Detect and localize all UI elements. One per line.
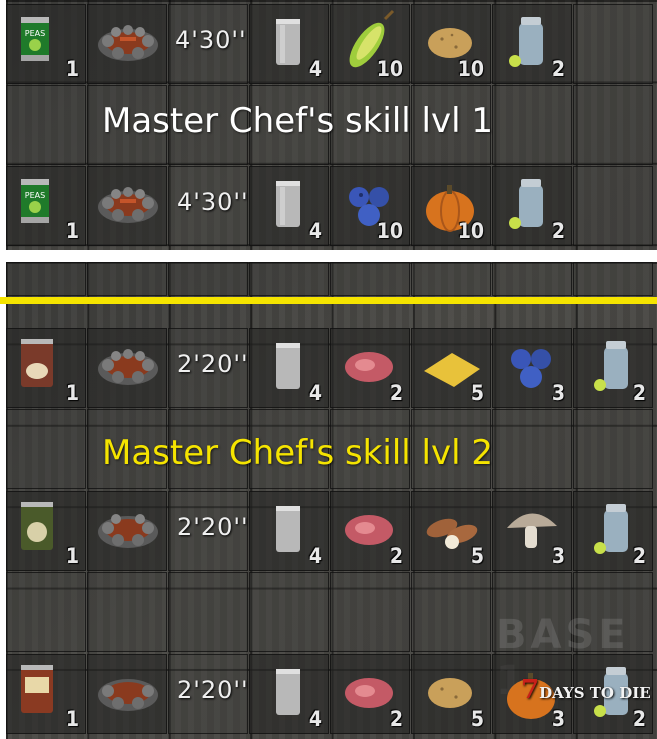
ingredient-slot[interactable]: 5 xyxy=(411,491,491,571)
ingredient-quantity: 4 xyxy=(308,707,322,731)
result-slot[interactable]: PEAS 1 xyxy=(6,166,86,246)
campfire-icon xyxy=(98,679,158,711)
craft-time: 2'20'' xyxy=(177,350,249,378)
ingredient-quantity: 4 xyxy=(308,57,322,81)
ingredient-quantity: 2 xyxy=(632,381,646,405)
time-slot: 2'20'' xyxy=(168,654,248,734)
svg-text:PEAS: PEAS xyxy=(25,191,45,200)
ingredient-quantity: 10 xyxy=(457,57,484,81)
skill-level-label: Master Chef's skill lvl 1 xyxy=(102,101,493,141)
campfire-icon xyxy=(98,514,158,548)
time-slot: 2'20'' xyxy=(168,328,248,408)
result-slot[interactable]: PEAS 1 xyxy=(6,4,86,84)
campfire-icon xyxy=(98,25,158,61)
time-slot: 4'30'' xyxy=(168,4,248,84)
craft-time: 4'30'' xyxy=(177,188,249,216)
skill-level-label: Master Chef's skill lvl 2 xyxy=(102,433,493,473)
ingredient-quantity: 5 xyxy=(470,381,484,405)
ingredient-slot[interactable]: 10 xyxy=(411,166,491,246)
bottom-panel: 1 2'20'' 4 2 5 3 2 Master Chef's skill l… xyxy=(6,262,657,739)
ingredient-quantity: 5 xyxy=(470,707,484,731)
section-divider xyxy=(0,297,657,304)
ingredient-slot[interactable]: 3 xyxy=(492,328,572,408)
ingredient-quantity: 10 xyxy=(376,219,403,243)
campfire-icon xyxy=(98,187,158,223)
time-slot: 4'30'' xyxy=(168,166,248,246)
svg-text:PEAS: PEAS xyxy=(25,29,45,38)
result-quantity: 1 xyxy=(65,707,79,731)
ingredient-quantity: 2 xyxy=(551,57,565,81)
ingredient-quantity: 10 xyxy=(376,57,403,81)
station-slot[interactable] xyxy=(87,491,167,571)
ingredient-slot[interactable]: 10 xyxy=(330,4,410,84)
recipe-row: 1 2'20'' 4 2 5 3 2 xyxy=(6,328,657,408)
result-slot[interactable]: 1 xyxy=(6,491,86,571)
ingredient-quantity: 2 xyxy=(551,219,565,243)
recipe-row: PEAS 1 4'30'' 4 10 10 2 xyxy=(6,166,657,246)
ingredient-quantity: 3 xyxy=(551,544,565,568)
ingredient-slot[interactable]: 10 xyxy=(411,4,491,84)
time-slot: 2'20'' xyxy=(168,491,248,571)
ingredient-slot[interactable]: 4 xyxy=(249,654,329,734)
ingredient-slot[interactable]: 2 xyxy=(492,4,572,84)
result-quantity: 1 xyxy=(65,544,79,568)
ingredient-slot[interactable]: 2 xyxy=(330,654,410,734)
ingredient-slot[interactable]: 2 xyxy=(492,166,572,246)
game-logo: 7DAYS TO DIE xyxy=(521,675,651,705)
result-quantity: 1 xyxy=(65,381,79,405)
ingredient-slot[interactable]: 10 xyxy=(330,166,410,246)
ingredient-quantity: 4 xyxy=(308,219,322,243)
ingredient-slot[interactable]: 3 xyxy=(492,491,572,571)
result-quantity: 1 xyxy=(65,219,79,243)
ingredient-quantity: 4 xyxy=(308,381,322,405)
ingredient-slot[interactable]: 5 xyxy=(411,328,491,408)
recipe-row: PEAS 1 4'30'' 4 10 10 2 xyxy=(6,4,657,84)
ingredient-quantity: 2 xyxy=(632,707,646,731)
ingredient-slot[interactable]: 5 xyxy=(411,654,491,734)
ingredient-quantity: 10 xyxy=(457,219,484,243)
craft-time: 2'20'' xyxy=(177,676,249,704)
station-slot[interactable] xyxy=(87,166,167,246)
ingredient-quantity: 3 xyxy=(551,381,565,405)
ingredient-quantity: 2 xyxy=(389,707,403,731)
ingredient-slot[interactable]: 2 xyxy=(573,491,653,571)
ingredient-quantity: 5 xyxy=(470,544,484,568)
ingredient-quantity: 4 xyxy=(308,544,322,568)
ingredient-slot[interactable]: 2 xyxy=(330,491,410,571)
ingredient-quantity: 2 xyxy=(389,381,403,405)
ingredient-quantity: 2 xyxy=(389,544,403,568)
ingredient-slot[interactable]: 2 xyxy=(330,328,410,408)
station-slot[interactable] xyxy=(87,654,167,734)
top-panel: PEAS 1 4'30'' 4 10 10 2 Master Chef's sk… xyxy=(6,0,657,250)
campfire-icon xyxy=(98,349,158,385)
craft-time: 2'20'' xyxy=(177,513,249,541)
ingredient-slot[interactable]: 4 xyxy=(249,166,329,246)
ingredient-quantity: 2 xyxy=(632,544,646,568)
craft-time: 4'30'' xyxy=(175,26,247,54)
station-slot[interactable] xyxy=(87,328,167,408)
ingredient-slot[interactable]: 2 xyxy=(573,328,653,408)
ingredient-slot[interactable]: 4 xyxy=(249,4,329,84)
ingredient-slot[interactable]: 4 xyxy=(249,328,329,408)
ingredient-slot[interactable]: 4 xyxy=(249,491,329,571)
station-slot[interactable] xyxy=(87,4,167,84)
ingredient-quantity: 3 xyxy=(551,707,565,731)
result-slot[interactable]: 1 xyxy=(6,654,86,734)
result-quantity: 1 xyxy=(65,57,79,81)
recipe-row: 1 2'20'' 4 2 5 3 2 xyxy=(6,491,657,571)
result-slot[interactable]: 1 xyxy=(6,328,86,408)
